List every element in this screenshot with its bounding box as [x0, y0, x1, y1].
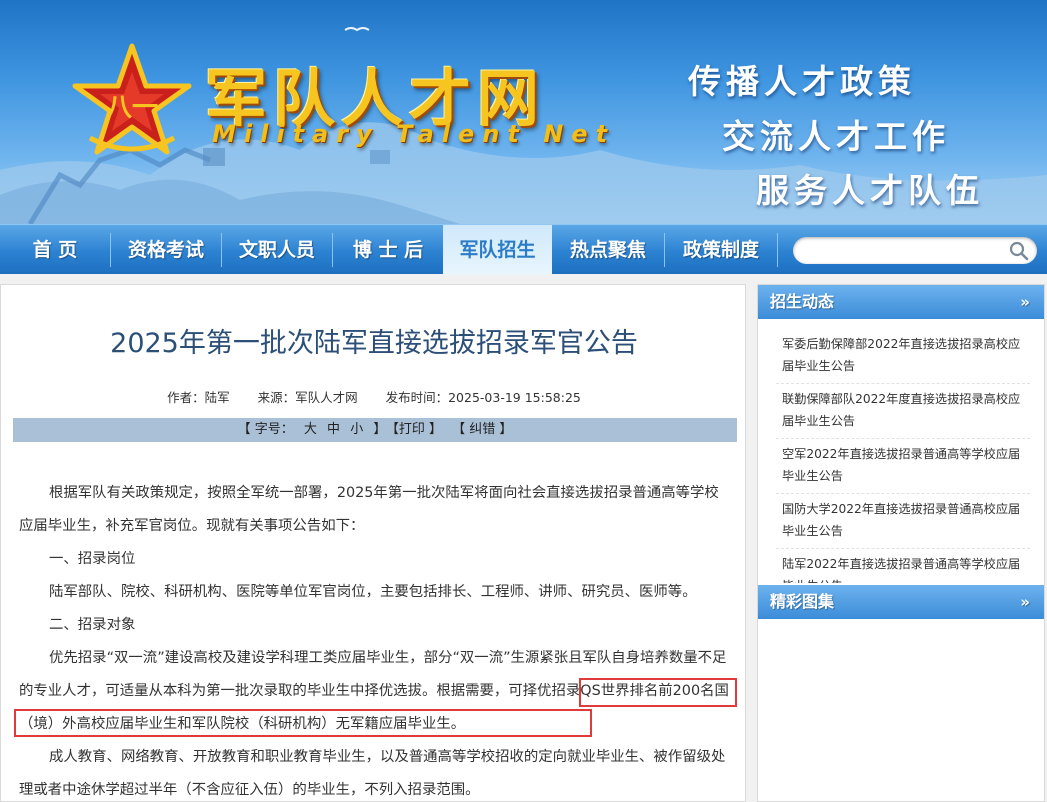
article-source: 来源：军队人才网	[257, 390, 358, 405]
nav-item-postdoc[interactable]: 博 士 后	[333, 225, 443, 275]
font-size-small-link[interactable]: 小	[350, 422, 363, 437]
army-star-logo: 八一	[72, 43, 192, 155]
article-author: 作者：陆军	[167, 390, 230, 405]
site-banner: 八一 军队人才网 Military Talent Net 传播人才政策 交流人才…	[0, 0, 1047, 224]
nav-item-hot-topics[interactable]: 热点聚焦	[552, 225, 664, 275]
font-size-label: 【 字号：	[237, 422, 294, 437]
news-link[interactable]: 陆军2022年直接选拔招录普通高等学校应届毕业生公告	[776, 549, 1030, 583]
section-heading-positions: 一、招录岗位	[49, 551, 136, 567]
sidebar-header-gallery: 精彩图集 »	[758, 585, 1044, 619]
news-link[interactable]: 国防大学2022年直接选拔招录普通高校应届毕业生公告	[776, 494, 1030, 549]
article-publish-time: 发布时间：2025-03-19 15:58:25	[385, 390, 581, 405]
news-link[interactable]: 联勤保障部队2022年度直接选拔招录高校应届毕业生公告	[776, 384, 1030, 439]
news-link[interactable]: 军委后勤保障部2022年直接选拔招录高校应届毕业生公告	[776, 329, 1030, 384]
more-arrow-icon[interactable]: »	[1020, 285, 1030, 319]
nav-divider	[777, 233, 778, 267]
article-panel: 2025年第一批次陆军直接选拔招录军官公告 作者：陆军 来源：军队人才网 发布时…	[0, 284, 746, 802]
highlight-annotation-box	[14, 709, 592, 737]
paragraph-positions: 陆军部队、院校、科研机构、医院等单位军官岗位，主要包括排长、工程师、讲师、研究员…	[49, 584, 697, 600]
site-title-english: Military Talent Net	[212, 120, 616, 148]
print-link[interactable]: 【打印 】	[392, 422, 442, 437]
article-meta: 作者：陆军 来源：军队人才网 发布时间：2025-03-19 15:58:25	[1, 387, 745, 406]
sidebar-header-admission-news: 招生动态 »	[758, 285, 1044, 319]
svg-text:八一: 八一	[106, 93, 158, 123]
highlight-annotation-box	[579, 678, 737, 707]
section-heading-targets: 二、招录对象	[49, 617, 136, 633]
nav-item-policies[interactable]: 政策制度	[665, 225, 777, 275]
search-icon[interactable]	[1009, 241, 1029, 261]
slogan-3: 服务人才队伍	[756, 171, 984, 210]
main-nav: 首 页 资格考试 文职人员 博 士 后 军队招生 热点聚焦 政策制度	[0, 224, 1047, 275]
paragraph-intro: 根据军队有关政策规定，按照全军统一部署，2025年第一批次陆军将面向社会直接选拔…	[19, 485, 719, 534]
article-toolbar: 【 字号： 大 中 小 】【打印 】 【 纠错 】	[13, 418, 737, 442]
more-arrow-icon[interactable]: »	[1020, 585, 1030, 619]
article-body: 根据军队有关政策规定，按照全军统一部署，2025年第一批次陆军将面向社会直接选拔…	[19, 477, 731, 801]
sidebar-header-title: 招生动态	[770, 292, 835, 311]
nav-item-civilian-staff[interactable]: 文职人员	[222, 225, 332, 275]
nav-item-military-admission[interactable]: 军队招生	[443, 225, 552, 275]
nav-item-home[interactable]: 首 页	[0, 225, 110, 275]
toolbar-bracket: 】	[373, 422, 387, 437]
paragraph-exclusions: 成人教育、网络教育、开放教育和职业教育毕业生，以及普通高等学校招收的定向就业毕业…	[19, 749, 726, 798]
slogan-2: 交流人才工作	[722, 117, 950, 156]
nav-item-qualification-exam[interactable]: 资格考试	[111, 225, 221, 275]
search-box	[793, 237, 1037, 264]
slogan-1: 传播人才政策	[688, 62, 916, 101]
correction-link[interactable]: 【 纠错 】	[452, 422, 512, 437]
font-size-medium-link[interactable]: 中	[327, 422, 340, 437]
news-link[interactable]: 空军2022年直接选拔招录普通高等学校应届毕业生公告	[776, 439, 1030, 494]
sidebar: 招生动态 » 军委后勤保障部2022年直接选拔招录高校应届毕业生公告 联勤保障部…	[757, 284, 1045, 802]
admission-news-list: 军委后勤保障部2022年直接选拔招录高校应届毕业生公告 联勤保障部队2022年度…	[776, 329, 1030, 583]
sidebar-header-title: 精彩图集	[770, 592, 835, 611]
font-size-large-link[interactable]: 大	[304, 422, 317, 437]
article-title: 2025年第一批次陆军直接选拔招录军官公告	[110, 328, 638, 359]
search-input[interactable]	[803, 237, 1003, 264]
